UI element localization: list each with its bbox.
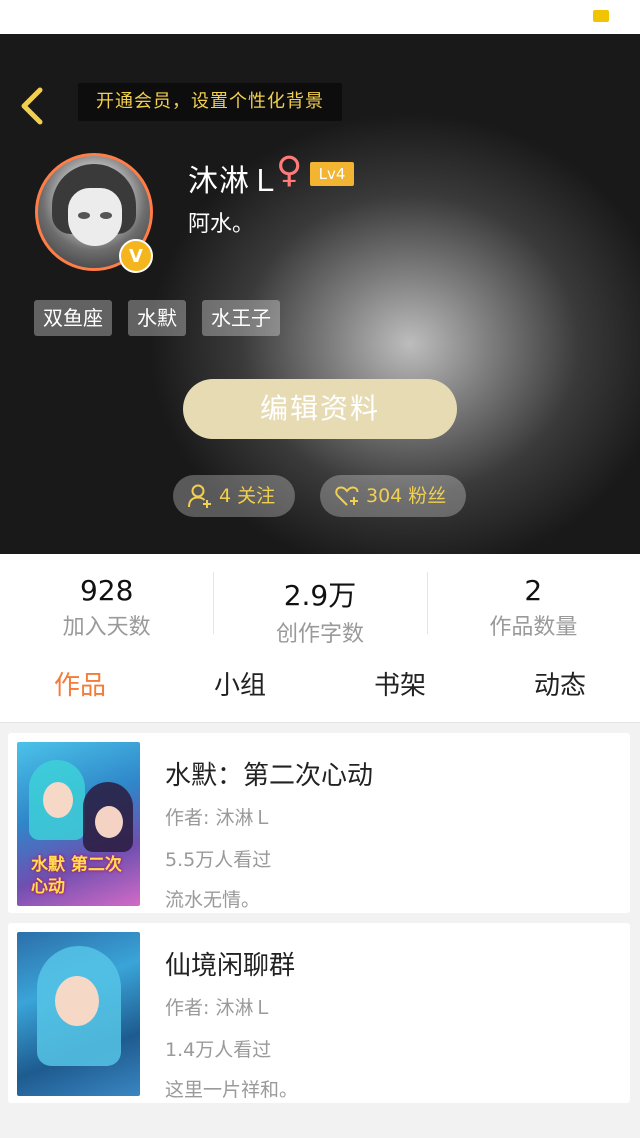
- battery-icon: [593, 10, 609, 22]
- tab-works[interactable]: 作品: [0, 654, 160, 722]
- edit-profile-button[interactable]: 编辑资料: [183, 379, 457, 439]
- tab-groups[interactable]: 小组: [160, 654, 320, 722]
- stat-value: 2.9万: [283, 579, 357, 612]
- work-author: 作者: 沐淋Ｌ: [165, 997, 273, 1019]
- list-item[interactable]: 水默 第二次心动 水默：第二次心动 作者: 沐淋Ｌ 5.5万人看过 流水无情。: [8, 733, 630, 913]
- following-label: 4 关注: [219, 485, 276, 507]
- chevron-left-icon: [21, 87, 43, 125]
- tab-bookshelf[interactable]: 书架: [320, 654, 480, 722]
- work-description: 流水无情。: [165, 889, 261, 911]
- cover-title-art: 水默 第二次心动: [31, 855, 122, 897]
- work-title: 水默：第二次心动: [165, 761, 374, 791]
- stat-join-days: 928 加入天数: [0, 554, 213, 654]
- work-title: 仙境闲聊群: [165, 951, 296, 981]
- list-item[interactable]: 仙境闲聊群 作者: 沐淋Ｌ 1.4万人看过 这里一片祥和。: [8, 923, 630, 1103]
- stat-value: 928: [79, 574, 134, 607]
- vip-badge-icon: V: [119, 239, 153, 273]
- stat-label: 作品数量: [489, 615, 578, 640]
- female-gender-icon: ♀: [276, 150, 303, 191]
- work-views: 5.5万人看过: [165, 849, 272, 871]
- tag-list: 双鱼座 水默 水王子: [34, 300, 280, 336]
- book-cover: 水默 第二次心动: [17, 742, 140, 906]
- stats-bar: 928 加入天数 2.9万 创作字数 2 作品数量: [0, 554, 640, 654]
- stat-works-count: 2 作品数量: [426, 554, 640, 654]
- stat-label: 加入天数: [62, 615, 151, 640]
- work-views: 1.4万人看过: [165, 1039, 272, 1061]
- book-cover: [17, 932, 140, 1096]
- tag-item[interactable]: 水默: [128, 300, 186, 336]
- fans-label: 304 粉丝: [366, 485, 447, 507]
- works-list: 水默 第二次心动 水默：第二次心动 作者: 沐淋Ｌ 5.5万人看过 流水无情。 …: [0, 723, 640, 1138]
- back-button[interactable]: [14, 86, 48, 126]
- signature: 阿水。: [188, 212, 255, 237]
- level-badge: Lv4: [310, 162, 354, 186]
- tag-item[interactable]: 双鱼座: [34, 300, 112, 336]
- fans-button[interactable]: 304 粉丝: [320, 475, 466, 517]
- avatar[interactable]: V: [35, 153, 153, 273]
- username: 沐淋Ｌ: [188, 164, 281, 199]
- tab-activity[interactable]: 动态: [480, 654, 640, 722]
- status-bar: [0, 0, 640, 34]
- custom-background-tip[interactable]: 开通会员，设置个性化背景: [78, 83, 342, 121]
- profile-tabs: 作品 小组 书架 动态: [0, 654, 640, 723]
- work-description: 这里一片祥和。: [165, 1079, 299, 1101]
- profile-header: 开通会员，设置个性化背景 V 沐淋Ｌ ♀ Lv4 阿水。 双鱼座 水默 水王子 …: [0, 34, 640, 554]
- stat-value: 2: [524, 574, 543, 607]
- following-button[interactable]: 4 关注: [173, 475, 295, 517]
- user-plus-icon: [188, 484, 211, 508]
- stat-label: 创作字数: [275, 622, 364, 647]
- heart-plus-icon: [335, 486, 359, 506]
- work-author: 作者: 沐淋Ｌ: [165, 807, 273, 829]
- stat-word-count: 2.9万 创作字数: [213, 554, 426, 654]
- tag-item[interactable]: 水王子: [202, 300, 280, 336]
